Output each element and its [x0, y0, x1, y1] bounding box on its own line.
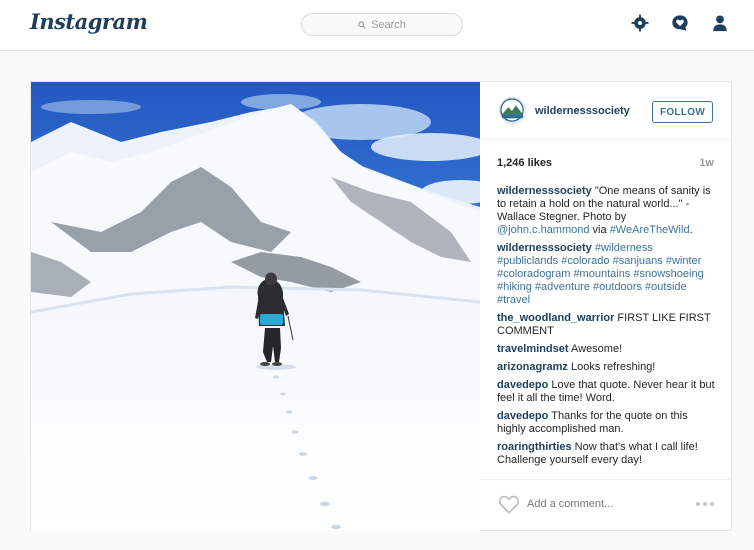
comment-item: davedepo Thanks for the quote on this hi…: [497, 410, 717, 436]
avatar[interactable]: [499, 97, 526, 124]
search-icon: [358, 20, 366, 29]
search-input[interactable]: Search: [301, 13, 463, 36]
comment-item: the_woodland_warrior FIRST LIKE FIRST CO…: [497, 312, 717, 338]
hashtag-link[interactable]: #travel: [497, 294, 530, 306]
caption-via: via: [589, 224, 610, 236]
dot: [696, 502, 700, 506]
hashtag-link[interactable]: #hiking: [497, 281, 532, 293]
hashtag-link[interactable]: #outdoors: [593, 281, 642, 293]
comment-text: Looks refreshing!: [570, 361, 656, 373]
post-header: wildernesssociety FOLLOW: [480, 82, 732, 140]
photo-credit-link[interactable]: @john.c.hammond: [497, 224, 590, 236]
comment-username[interactable]: wildernesssociety: [497, 185, 592, 197]
post-actions-bar: [480, 479, 732, 531]
hashtag-link[interactable]: #sanjuans: [613, 255, 663, 267]
like-heart-icon[interactable]: [498, 494, 520, 514]
top-navigation-bar: Instagram Search: [0, 0, 754, 51]
comment-username[interactable]: travelmindset: [497, 343, 569, 355]
add-comment-input[interactable]: [527, 498, 677, 510]
post-sidebar: wildernesssociety FOLLOW 1,246 likes 1w …: [480, 82, 732, 531]
post-photo[interactable]: [31, 82, 480, 531]
hashtag-link[interactable]: #adventure: [535, 281, 590, 293]
caption: wildernesssociety "One means of sanity i…: [497, 185, 717, 237]
hashtag-link[interactable]: #publiclands: [497, 255, 558, 267]
hashtag-link[interactable]: #mountains: [573, 268, 630, 280]
hashtag-link[interactable]: #coloradogram: [497, 268, 570, 280]
comment-username[interactable]: arizonagramz: [497, 361, 568, 373]
hashtags-comment: wildernesssociety #wilderness #publiclan…: [497, 242, 717, 307]
hashtag-link[interactable]: #WeAreTheWild: [610, 224, 690, 236]
post-card: wildernesssociety FOLLOW 1,246 likes 1w …: [30, 81, 732, 531]
more-options-icon[interactable]: [696, 502, 714, 506]
comment-username[interactable]: wildernesssociety: [497, 242, 592, 254]
comment-username[interactable]: the_woodland_warrior: [497, 312, 614, 324]
hashtag-link[interactable]: #winter: [666, 255, 701, 267]
likes-count[interactable]: 1,246 likes: [497, 157, 552, 169]
hashtag-link[interactable]: #snowshoeing: [633, 268, 703, 280]
follow-button[interactable]: FOLLOW: [652, 101, 713, 123]
dot: [710, 502, 714, 506]
activity-icon[interactable]: [670, 13, 690, 33]
instagram-logo[interactable]: Instagram: [30, 9, 148, 34]
comment-item: arizonagramz Looks refreshing!: [497, 361, 717, 374]
profile-icon[interactable]: [710, 13, 730, 33]
search-placeholder: Search: [371, 18, 406, 31]
comment-username[interactable]: davedepo: [497, 379, 548, 391]
hashtag-link[interactable]: #colorado: [561, 255, 609, 267]
post-timestamp[interactable]: 1w: [699, 157, 714, 169]
comment-username[interactable]: davedepo: [497, 410, 548, 422]
comment-item: roaringthirties Now that's what I call l…: [497, 441, 717, 467]
caption-end: .: [689, 224, 693, 236]
comment-item: davedepo Love that quote. Never hear it …: [497, 379, 717, 405]
post-author-username[interactable]: wildernesssociety: [535, 105, 630, 117]
comment-username[interactable]: roaringthirties: [497, 441, 572, 453]
explore-icon[interactable]: [630, 13, 650, 33]
hashtag-link[interactable]: #wilderness: [595, 242, 653, 254]
comment-text: Awesome!: [570, 343, 623, 355]
dot: [703, 502, 707, 506]
hashtag-link[interactable]: #outside: [645, 281, 687, 293]
comment-item: travelmindset Awesome!: [497, 343, 717, 356]
comment-list: wildernesssociety "One means of sanity i…: [497, 185, 717, 472]
